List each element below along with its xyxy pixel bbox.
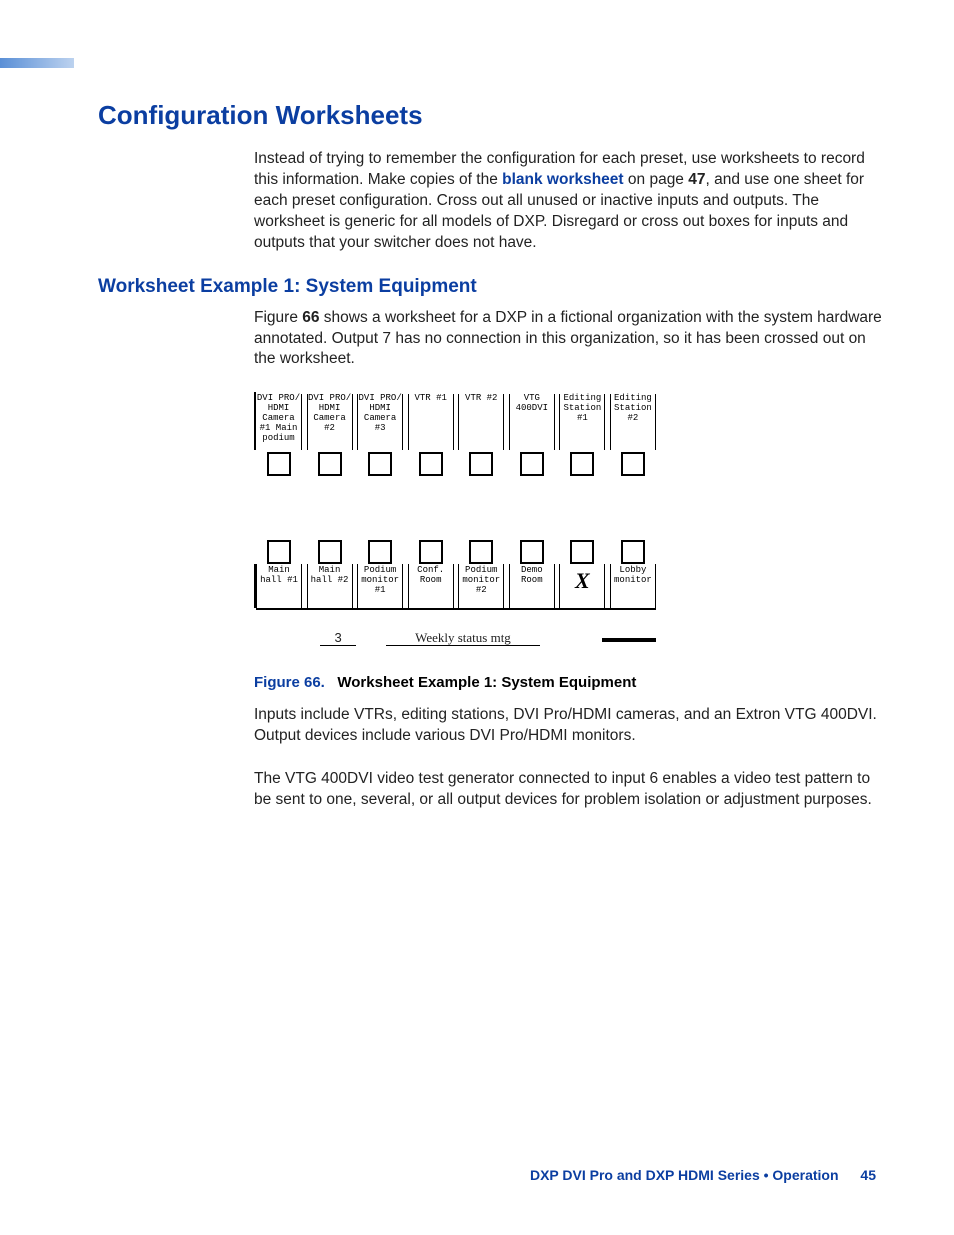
sub-pre: Figure bbox=[254, 309, 302, 326]
preset-number: 3 bbox=[320, 630, 356, 646]
output-label: Demo Room bbox=[509, 564, 555, 608]
input-label: VTG 400DVI bbox=[509, 394, 555, 450]
output-label: Podium monitor #2 bbox=[458, 564, 504, 608]
input-label: DVI PRO/ HDMI Camera #2 bbox=[307, 394, 353, 450]
input-labels-row: DVI PRO/ HDMI Camera #1 Main podium DVI … bbox=[254, 392, 656, 450]
page-content: Configuration Worksheets Instead of tryi… bbox=[98, 100, 888, 833]
intro-text-mid: on page bbox=[624, 171, 689, 188]
input-box bbox=[610, 452, 656, 476]
input-box bbox=[559, 452, 605, 476]
input-box bbox=[458, 452, 504, 476]
output-box bbox=[509, 540, 555, 564]
figure-caption: Figure 66. Worksheet Example 1: System E… bbox=[254, 674, 888, 691]
input-label: DVI PRO/ HDMI Camera #1 Main podium bbox=[256, 394, 302, 450]
preset-title: Weekly status mtg bbox=[386, 630, 540, 646]
output-label: Podium monitor #1 bbox=[357, 564, 403, 608]
input-label: VTR #2 bbox=[458, 394, 504, 450]
output-label: Conf. Room bbox=[408, 564, 454, 608]
page-number: 45 bbox=[860, 1167, 876, 1183]
output-box bbox=[357, 540, 403, 564]
input-box bbox=[357, 452, 403, 476]
figure-number: Figure 66. bbox=[254, 674, 325, 691]
output-box bbox=[559, 540, 605, 564]
output-label-crossed: X bbox=[559, 564, 605, 608]
input-label: Editing Station #2 bbox=[610, 394, 656, 450]
sub-post: shows a worksheet for a DXP in a fiction… bbox=[254, 309, 882, 368]
footer-doc-title: DXP DVI Pro and DXP HDMI Series • Operat… bbox=[530, 1167, 839, 1183]
page-footer: DXP DVI Pro and DXP HDMI Series • Operat… bbox=[530, 1167, 876, 1183]
output-boxes-row bbox=[254, 540, 656, 564]
input-boxes-row bbox=[254, 452, 656, 476]
input-label: VTR #1 bbox=[408, 394, 454, 450]
output-box bbox=[610, 540, 656, 564]
worksheet-footer: 3 Weekly status mtg bbox=[254, 630, 656, 646]
output-label: Lobby monitor bbox=[610, 564, 656, 608]
blank-worksheet-link[interactable]: blank worksheet bbox=[502, 171, 623, 188]
input-label: DVI PRO/ HDMI Camera #3 bbox=[357, 394, 403, 450]
worksheet-gap bbox=[254, 476, 656, 538]
paragraph-vtg: The VTG 400DVI video test generator conn… bbox=[254, 769, 888, 811]
input-label: Editing Station #1 bbox=[559, 394, 605, 450]
intro-page-ref: 47 bbox=[688, 171, 705, 188]
sub-fignum: 66 bbox=[302, 309, 319, 326]
output-label: Main hall #1 bbox=[256, 564, 302, 608]
output-box bbox=[458, 540, 504, 564]
output-label: Main hall #2 bbox=[307, 564, 353, 608]
blackbar-icon bbox=[602, 638, 656, 642]
cross-out-icon: X bbox=[575, 568, 590, 593]
subsection-title: Worksheet Example 1: System Equipment bbox=[98, 276, 888, 298]
input-box bbox=[256, 452, 302, 476]
output-box bbox=[256, 540, 302, 564]
input-box bbox=[408, 452, 454, 476]
subsection-intro: Figure 66 shows a worksheet for a DXP in… bbox=[254, 308, 888, 371]
figure-title: Worksheet Example 1: System Equipment bbox=[337, 674, 636, 691]
paragraph-inputs-outputs: Inputs include VTRs, editing stations, D… bbox=[254, 705, 888, 747]
output-labels-row: Main hall #1 Main hall #2 Podium monitor… bbox=[254, 564, 656, 608]
intro-paragraph: Instead of trying to remember the config… bbox=[254, 149, 888, 254]
worksheet-diagram: DVI PRO/ HDMI Camera #1 Main podium DVI … bbox=[254, 392, 656, 646]
page-accent-bar bbox=[0, 58, 74, 68]
input-box bbox=[509, 452, 555, 476]
section-title: Configuration Worksheets bbox=[98, 100, 888, 131]
output-box bbox=[307, 540, 353, 564]
output-box bbox=[408, 540, 454, 564]
input-box bbox=[307, 452, 353, 476]
